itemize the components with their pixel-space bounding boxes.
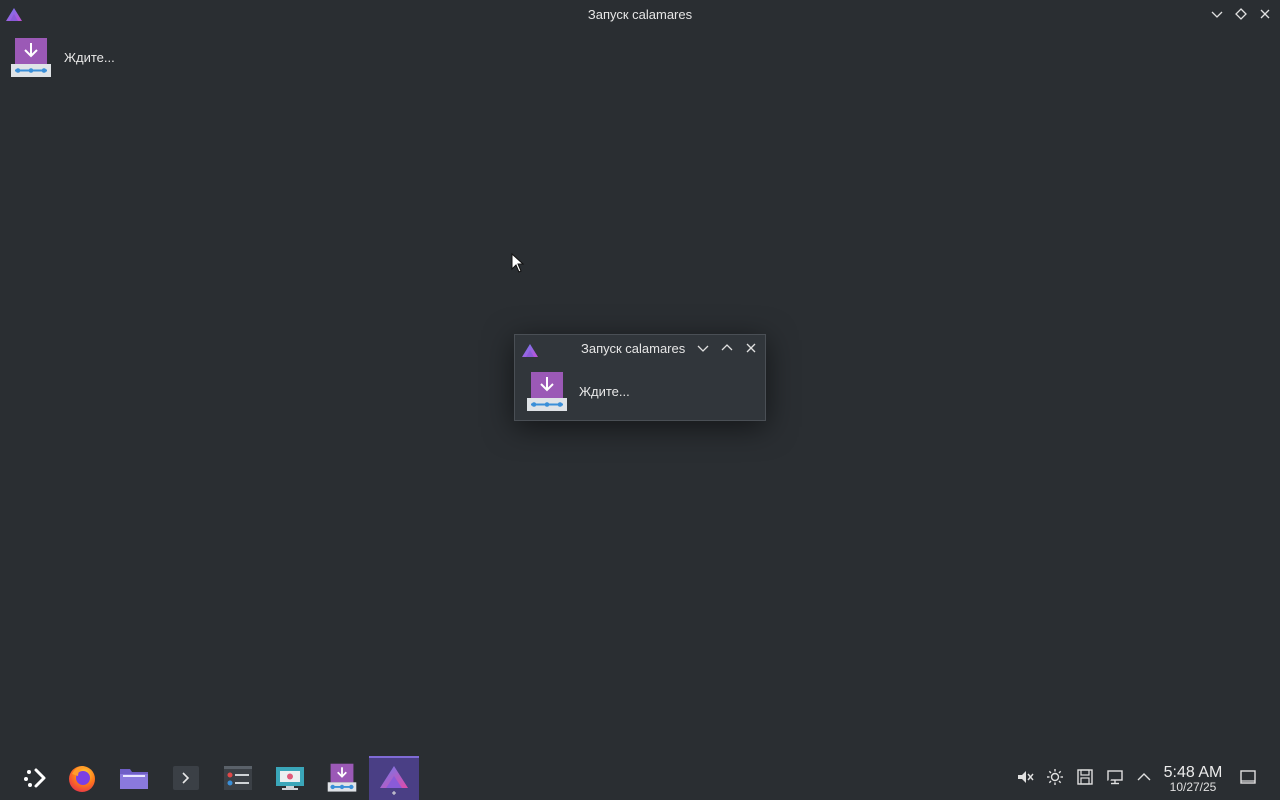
calamares-icon bbox=[522, 344, 538, 357]
installer-icon bbox=[11, 38, 51, 77]
network-button[interactable] bbox=[1105, 767, 1125, 787]
volume-button[interactable] bbox=[1015, 767, 1035, 787]
chevron-up-icon bbox=[721, 344, 733, 351]
close-icon bbox=[1260, 9, 1270, 19]
brightness-button[interactable] bbox=[1045, 767, 1065, 787]
dialog-close-button[interactable] bbox=[741, 338, 761, 358]
dialog-minimize-button[interactable] bbox=[693, 338, 713, 358]
brightness-icon bbox=[1047, 769, 1063, 785]
dialog-title: Запуск calamares bbox=[581, 341, 686, 356]
mouse-cursor-icon bbox=[511, 253, 525, 273]
taskbar-screenshot[interactable] bbox=[265, 756, 315, 800]
firefox-icon bbox=[69, 766, 95, 792]
chevron-up-icon bbox=[1137, 773, 1151, 781]
taskbar-terminal[interactable] bbox=[161, 756, 211, 800]
terminal-icon bbox=[173, 766, 199, 790]
tray-expand-button[interactable] bbox=[1134, 767, 1154, 787]
installer-icon bbox=[527, 372, 567, 411]
taskbar-file-manager[interactable] bbox=[109, 756, 159, 800]
taskbar-system-monitor[interactable] bbox=[213, 756, 263, 800]
show-desktop-icon bbox=[1240, 770, 1256, 784]
dashboard-icon bbox=[224, 766, 252, 790]
save-icon bbox=[1077, 769, 1093, 785]
clock-date: 10/27/25 bbox=[1169, 780, 1217, 794]
network-icon bbox=[1107, 770, 1123, 785]
taskbar: 5:48 AM 10/27/25 bbox=[0, 754, 1280, 800]
diamond-icon bbox=[1235, 8, 1247, 20]
calamares-dialog[interactable]: Запуск calamares Ждите... bbox=[514, 334, 766, 421]
app-launcher-button[interactable] bbox=[9, 756, 59, 800]
chevron-down-icon bbox=[1211, 11, 1223, 18]
window-titlebar[interactable]: Запуск calamares bbox=[0, 0, 1280, 28]
desktop: Запуск calamares Ждите... Запуск calamar… bbox=[0, 0, 1280, 800]
taskbar-installer[interactable] bbox=[317, 756, 367, 800]
taskbar-firefox[interactable] bbox=[57, 756, 107, 800]
status-text: Ждите... bbox=[64, 50, 115, 65]
storage-button[interactable] bbox=[1075, 767, 1095, 787]
dialog-status-text: Ждите... bbox=[579, 384, 630, 399]
kde-launcher-icon bbox=[24, 768, 46, 788]
maximize-button[interactable] bbox=[1231, 4, 1251, 24]
taskbar-calamares[interactable] bbox=[369, 756, 419, 800]
dialog-titlebar[interactable]: Запуск calamares bbox=[515, 335, 765, 363]
folder-icon bbox=[120, 769, 148, 789]
digital-clock[interactable]: 5:48 AM 10/27/25 bbox=[1160, 764, 1226, 794]
screenshot-icon bbox=[276, 767, 304, 790]
close-button[interactable] bbox=[1255, 4, 1275, 24]
chevron-down-icon bbox=[697, 345, 709, 352]
dialog-maximize-button[interactable] bbox=[717, 338, 737, 358]
window-title: Запуск calamares bbox=[587, 7, 693, 22]
muted-speaker-icon bbox=[1018, 771, 1034, 783]
minimize-button[interactable] bbox=[1207, 4, 1227, 24]
close-icon bbox=[746, 343, 756, 353]
clock-time: 5:48 AM bbox=[1163, 764, 1223, 781]
installer-icon bbox=[327, 763, 357, 792]
calamares-icon bbox=[380, 766, 408, 795]
show-desktop-button[interactable] bbox=[1238, 767, 1258, 787]
